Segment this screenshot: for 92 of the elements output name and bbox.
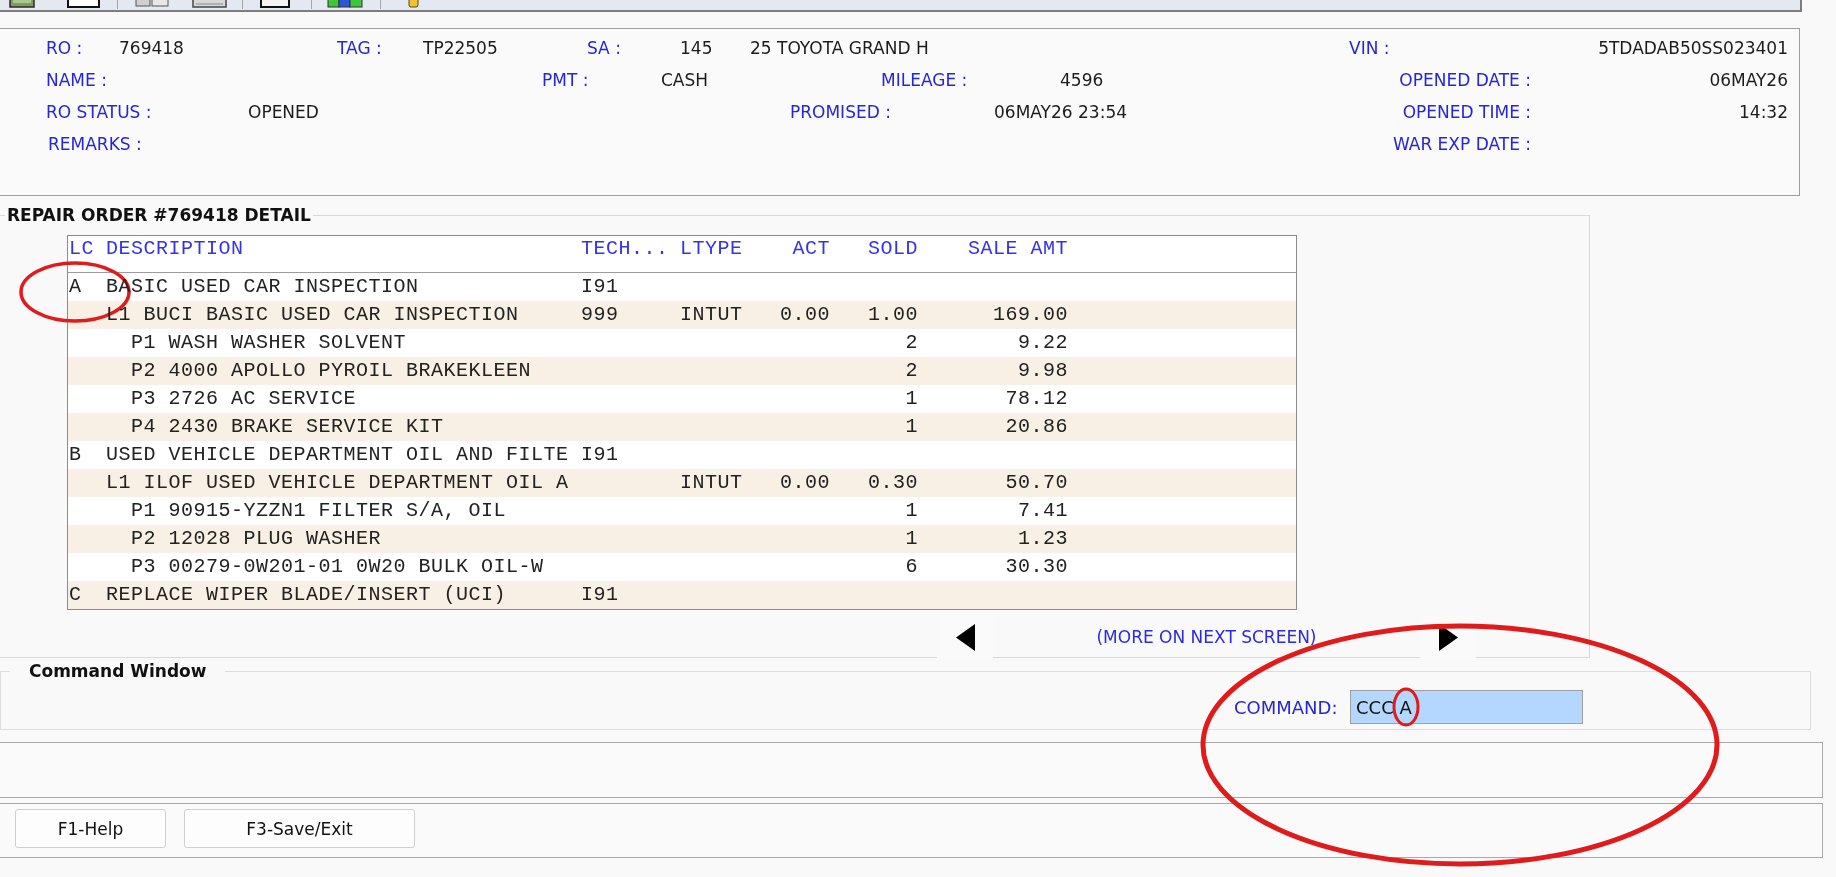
table-cell: 2 <box>905 359 918 382</box>
table-row[interactable]: L1 ILOF USED VEHICLE DEPARTMENT OIL A INTUT 0.00 0.30 50.70 <box>68 469 1296 497</box>
table-cell: 20.86 <box>1005 415 1068 438</box>
column-header[interactable]: SOLD <box>868 237 918 260</box>
table-cell: 6 <box>905 555 918 578</box>
table-row[interactable]: P2 4000 APOLLO PYROIL BRAKEKLEEN 2 9.98 <box>68 357 1296 385</box>
section-title: REPAIR ORDER #769418 DETAIL <box>6 204 312 226</box>
table-cell: I91 <box>581 275 619 298</box>
table-cell: 30.30 <box>1005 555 1068 578</box>
table-cell: 999 <box>581 303 619 326</box>
table-cell: 0.00 <box>780 303 830 326</box>
table-cell: 1 <box>905 499 918 522</box>
field-label: OPENED TIME : <box>1402 102 1531 122</box>
field-value: 4596 <box>1060 70 1104 90</box>
field-label: RO : <box>46 38 83 58</box>
table-cell: P4 2430 BRAKE SERVICE KIT <box>131 415 444 438</box>
table-cell: B <box>69 443 82 466</box>
table-cell: I91 <box>581 443 619 466</box>
table-cell: P3 2726 AC SERVICE <box>131 387 357 410</box>
field-value: OPENED <box>248 102 319 122</box>
column-header[interactable]: ACT <box>792 237 830 260</box>
field-label: PMT : <box>542 70 589 90</box>
field-value: 25 TOYOTA GRAND H <box>750 38 929 58</box>
table-cell: P1 90915-YZZN1 FILTER S/A, OIL <box>131 499 507 522</box>
copy-icon[interactable] <box>134 0 170 9</box>
field-label: NAME : <box>46 70 107 90</box>
field-value: 145 <box>680 38 713 58</box>
field-value: TP22505 <box>423 38 498 58</box>
table-cell: P3 00279-0W201-01 0W20 BULK OIL-W <box>131 555 544 578</box>
marker-icon[interactable] <box>407 0 420 9</box>
field-value: 769418 <box>119 38 184 58</box>
table-cell: C <box>69 583 82 606</box>
column-header[interactable]: LTYPE <box>680 237 743 260</box>
column-header[interactable]: SALE AMT <box>968 237 1068 260</box>
table-cell: 1 <box>905 415 918 438</box>
table-cell: REPLACE WIPER BLADE/INSERT (UCI) <box>106 583 507 606</box>
image-icon[interactable] <box>9 0 35 9</box>
section-title: Command Window <box>28 660 208 682</box>
field-label: VIN : <box>1349 38 1390 58</box>
table-cell: 1.00 <box>868 303 918 326</box>
table-cell: P2 12028 PLUG WASHER <box>131 527 382 550</box>
field-value: 14:32 <box>1739 102 1788 122</box>
table-cell: 50.70 <box>1005 471 1068 494</box>
field-label: PROMISED : <box>790 102 891 122</box>
column-header[interactable]: LC <box>69 237 94 260</box>
column-header[interactable]: TECH... <box>581 237 669 260</box>
window-icon[interactable] <box>67 0 100 9</box>
table-cell: 9.22 <box>1018 331 1068 354</box>
field-value: 5TDADAB50SS023401 <box>1598 38 1788 58</box>
table-cell: INTUT <box>680 471 743 494</box>
table-cell: P1 WASH WASHER SOLVENT <box>131 331 407 354</box>
table-cell: 1 <box>905 387 918 410</box>
table-cell: INTUT <box>680 303 743 326</box>
field-label: OPENED DATE : <box>1399 70 1531 90</box>
field-value: CASH <box>661 70 709 90</box>
table-cell: 78.12 <box>1005 387 1068 410</box>
field-label: SA : <box>587 38 621 58</box>
table-cell: I91 <box>581 583 619 606</box>
table-cell: 1.23 <box>1018 527 1068 550</box>
table-row[interactable]: C REPLACE WIPER BLADE/INSERT (UCI) I91 <box>68 581 1296 609</box>
table-row[interactable]: P4 2430 BRAKE SERVICE KIT 1 20.86 <box>68 413 1296 441</box>
command-input[interactable]: CCC A <box>1350 690 1583 724</box>
color-blocks-icon[interactable] <box>327 0 363 9</box>
table-cell: L1 BUCI BASIC USED CAR INSPECTION <box>106 303 519 326</box>
field-label: WAR EXP DATE : <box>1392 134 1531 154</box>
table-cell: 7.41 <box>1018 499 1068 522</box>
table-row[interactable]: P2 12028 PLUG WASHER 1 1.23 <box>68 525 1296 553</box>
printer-icon[interactable] <box>192 0 227 9</box>
table-cell: 0.00 <box>780 471 830 494</box>
screen-icon[interactable] <box>260 0 290 9</box>
table-cell: P2 4000 APOLLO PYROIL BRAKEKLEEN <box>131 359 532 382</box>
field-label: TAG : <box>337 38 382 58</box>
function-key-button[interactable]: F3-Save/Exit <box>184 809 415 848</box>
table-row[interactable]: L1 BUCI BASIC USED CAR INSPECTION 999 INTUT 0.00 1.00 169.00 <box>68 301 1296 329</box>
table-cell: L1 ILOF USED VEHICLE DEPARTMENT OIL A <box>106 471 569 494</box>
more-notice: (MORE ON NEXT SCREEN) <box>1096 627 1317 647</box>
field-value: 06MAY26 23:54 <box>994 102 1128 122</box>
field-label: RO STATUS : <box>46 102 152 122</box>
column-header[interactable]: DESCRIPTION <box>106 237 244 260</box>
table-cell: 1 <box>905 527 918 550</box>
table-cell: 169.00 <box>993 303 1068 326</box>
field-label: MILEAGE : <box>881 70 968 90</box>
table-cell: USED VEHICLE DEPARTMENT OIL AND FILTE <box>106 443 569 466</box>
function-key-button[interactable]: F1-Help <box>15 809 166 848</box>
triangle-left-icon <box>955 623 975 651</box>
table-cell: A <box>69 275 82 298</box>
command-label: COMMAND: <box>1234 696 1338 718</box>
table-cell: 9.98 <box>1018 359 1068 382</box>
field-value: 06MAY26 <box>1709 70 1788 90</box>
table-cell: 2 <box>905 331 918 354</box>
table-cell: 0.30 <box>868 471 918 494</box>
field-label: REMARKS : <box>48 134 142 154</box>
